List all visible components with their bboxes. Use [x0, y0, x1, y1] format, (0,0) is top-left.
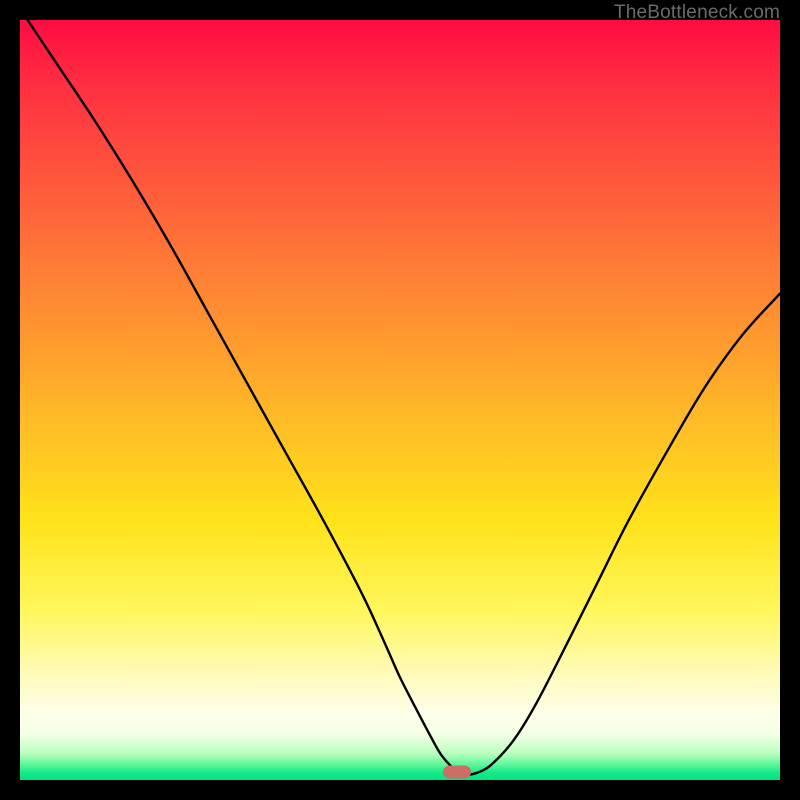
- curve-layer: [20, 20, 780, 780]
- bottleneck-curve: [28, 20, 780, 775]
- optimum-marker: [443, 765, 471, 778]
- plot-area: [20, 20, 780, 780]
- watermark-label: TheBottleneck.com: [614, 2, 780, 24]
- chart-frame: TheBottleneck.com: [0, 0, 800, 800]
